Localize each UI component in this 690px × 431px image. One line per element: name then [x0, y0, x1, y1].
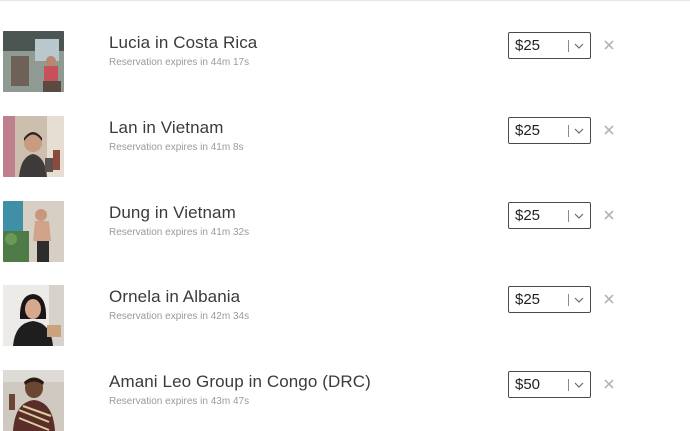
borrower-photo[interactable] [3, 31, 64, 92]
close-icon[interactable] [602, 38, 616, 52]
select-separator [568, 210, 569, 222]
reservation-info: Lan in Vietnam Reservation expires in 41… [109, 116, 479, 154]
borrower-photo[interactable] [3, 201, 64, 262]
reservation-info: Amani Leo Group in Congo (DRC) Reservati… [109, 370, 479, 408]
loan-amount-value: $25 [515, 207, 541, 224]
loan-amount-value: $25 [515, 37, 541, 54]
borrower-name[interactable]: Lucia in Costa Rica [109, 32, 479, 54]
select-separator [568, 294, 569, 306]
chevron-down-icon [574, 128, 584, 134]
close-icon[interactable] [602, 377, 616, 391]
select-separator [568, 40, 569, 52]
reservation-row: Ornela in Albania Reservation expires in… [0, 285, 690, 347]
borrower-photo-image [3, 370, 64, 431]
chevron-down-icon [574, 382, 584, 388]
reservation-expiry: Reservation expires in 41m 32s [109, 227, 250, 238]
chevron-down-icon [574, 213, 584, 219]
reservation-list: Lucia in Costa Rica Reservation expires … [0, 0, 690, 431]
loan-amount-value: $50 [515, 376, 541, 393]
loan-amount-value: $25 [515, 291, 541, 308]
reservation-expiry: Reservation expires in 44m 17s [109, 57, 250, 68]
borrower-photo-image [3, 201, 64, 262]
borrower-name[interactable]: Amani Leo Group in Congo (DRC) [109, 371, 479, 393]
select-separator [568, 379, 569, 391]
borrower-photo[interactable] [3, 285, 64, 346]
borrower-photo[interactable] [3, 370, 64, 431]
reservation-expiry: Reservation expires in 42m 34s [109, 311, 250, 322]
borrower-photo-image [3, 31, 64, 92]
loan-amount-select[interactable]: $25 [508, 286, 591, 313]
borrower-name[interactable]: Ornela in Albania [109, 286, 479, 308]
close-icon[interactable] [602, 292, 616, 306]
select-separator [568, 125, 569, 137]
close-icon[interactable] [602, 208, 616, 222]
loan-amount-select[interactable]: $25 [508, 117, 591, 144]
close-icon[interactable] [602, 123, 616, 137]
borrower-photo-image [3, 285, 64, 346]
loan-amount-select[interactable]: $25 [508, 32, 591, 59]
reservation-expiry: Reservation expires in 41m 8s [109, 142, 244, 153]
loan-amount-select[interactable]: $25 [508, 202, 591, 229]
borrower-photo[interactable] [3, 116, 64, 177]
reservation-info: Dung in Vietnam Reservation expires in 4… [109, 201, 479, 239]
reservation-row: Lucia in Costa Rica Reservation expires … [0, 31, 690, 93]
loan-amount-value: $25 [515, 122, 541, 139]
chevron-down-icon [574, 43, 584, 49]
reservation-expiry: Reservation expires in 43m 47s [109, 396, 250, 407]
loan-amount-select[interactable]: $50 [508, 371, 591, 398]
borrower-photo-image [3, 116, 64, 177]
reservation-row: Lan in Vietnam Reservation expires in 41… [0, 116, 690, 178]
reservation-row: Dung in Vietnam Reservation expires in 4… [0, 201, 690, 263]
reservation-info: Lucia in Costa Rica Reservation expires … [109, 31, 479, 69]
borrower-name[interactable]: Lan in Vietnam [109, 117, 479, 139]
reservation-row: Amani Leo Group in Congo (DRC) Reservati… [0, 370, 690, 431]
reservation-info: Ornela in Albania Reservation expires in… [109, 285, 479, 323]
chevron-down-icon [574, 297, 584, 303]
borrower-name[interactable]: Dung in Vietnam [109, 202, 479, 224]
